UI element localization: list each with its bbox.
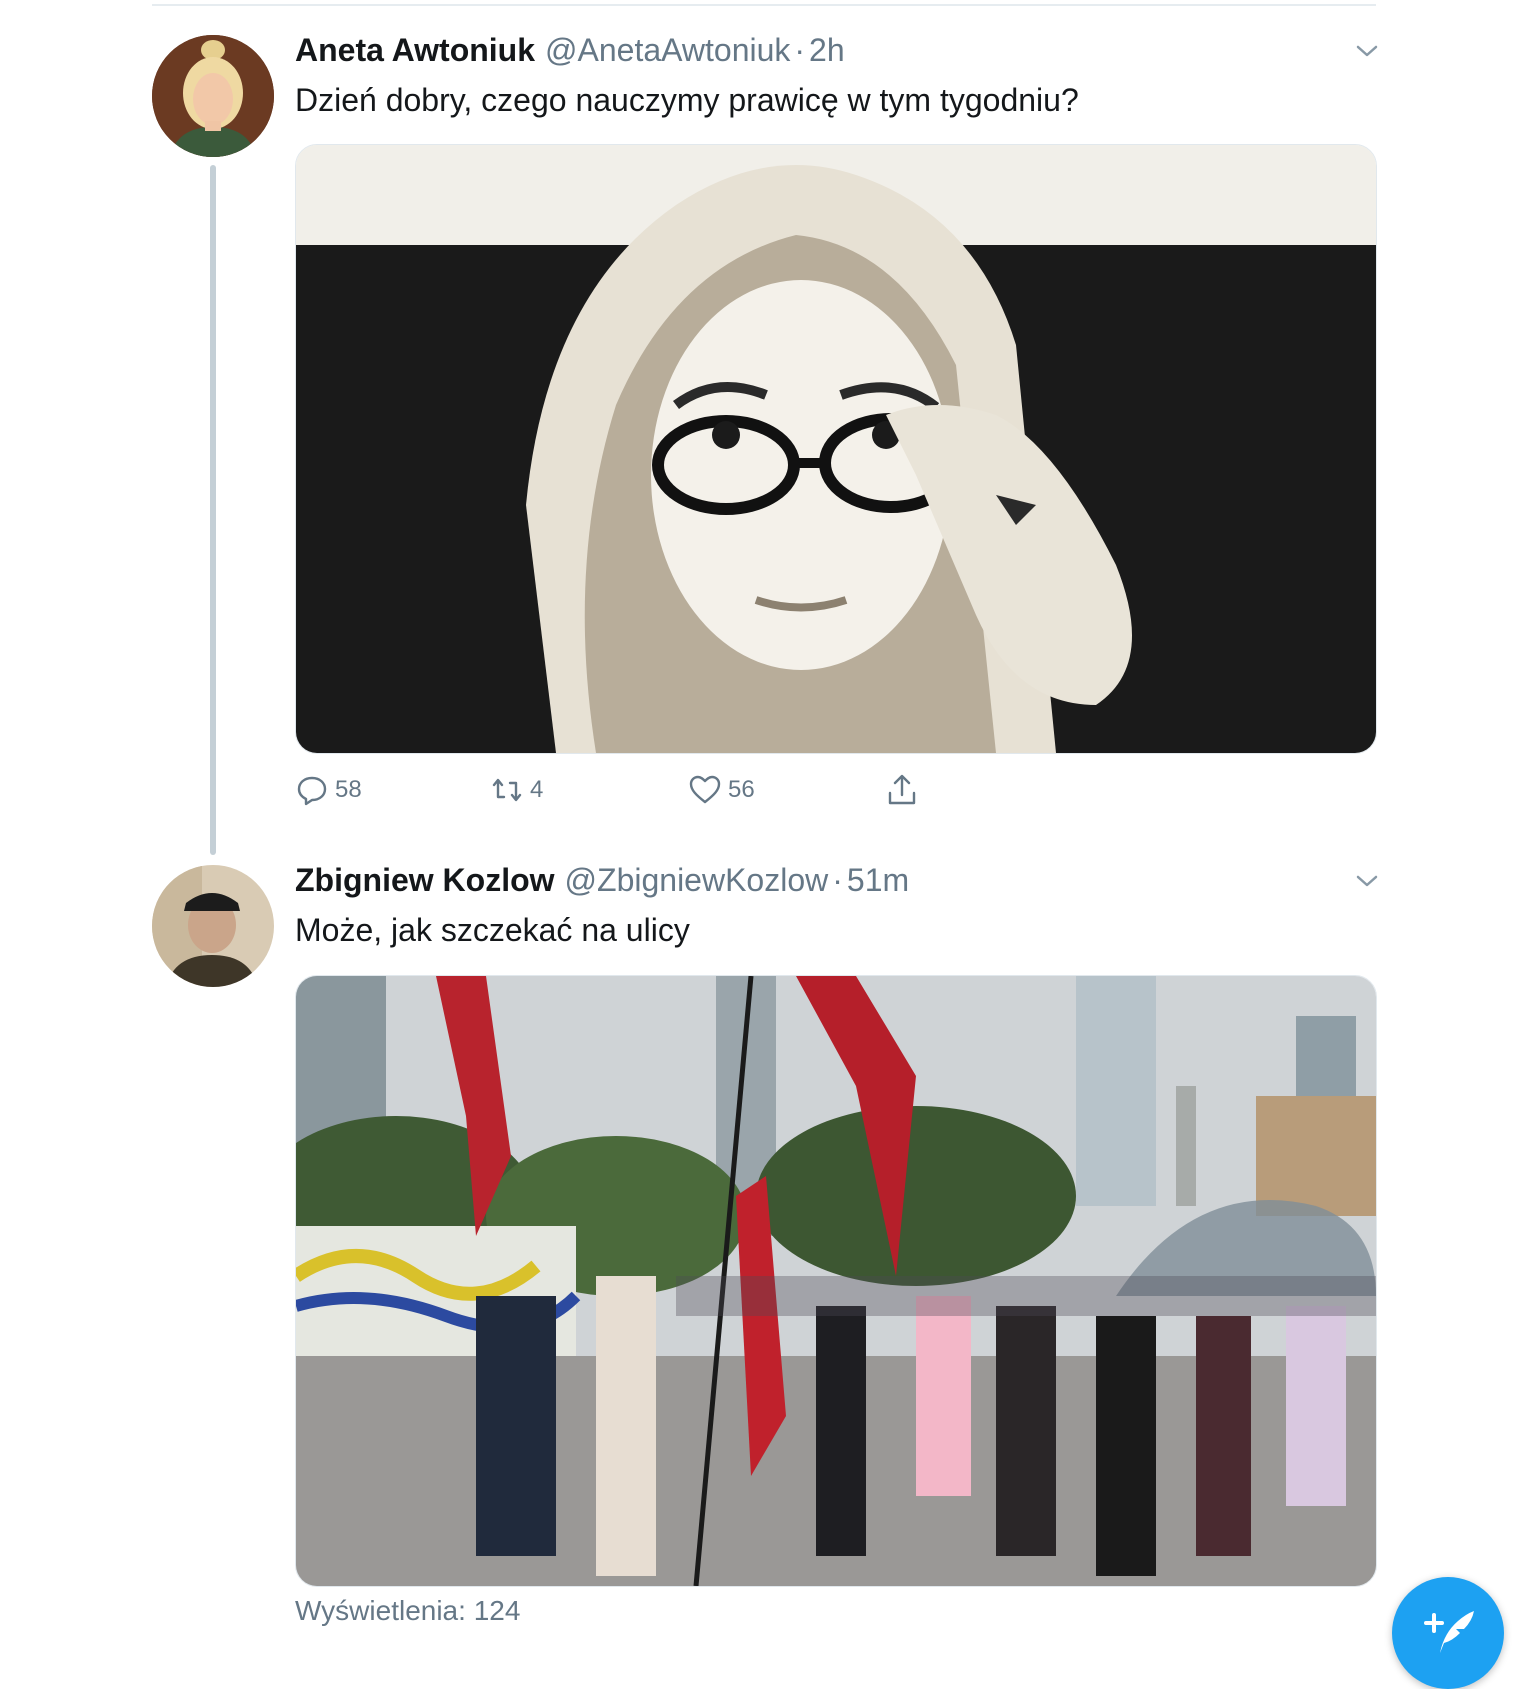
reply-icon (297, 776, 327, 806)
avatar-aneta[interactable] (152, 35, 274, 157)
chevron-down-icon[interactable] (1352, 866, 1382, 896)
compose-tweet-icon (1424, 1611, 1474, 1653)
like-icon (689, 775, 721, 804)
separator-dot: · (832, 862, 843, 898)
reply-button[interactable]: 58 (295, 768, 362, 812)
tweet-time[interactable]: 2h (809, 32, 845, 68)
tweet-time[interactable]: 51m (847, 862, 909, 898)
author-name[interactable]: Aneta Awtoniuk (295, 32, 535, 68)
tweet-image[interactable] (295, 144, 1377, 754)
tweet-actions: 58 4 56 (295, 768, 995, 812)
like-button[interactable]: 56 (688, 768, 755, 812)
retweet-button[interactable]: 4 (490, 768, 543, 812)
retweet-count: 4 (530, 776, 544, 803)
top-divider (152, 4, 1376, 6)
author-handle[interactable]: @AnetaAwtoniuk (545, 32, 790, 68)
chevron-down-icon[interactable] (1352, 36, 1382, 66)
view-count: Wyświetlenia: 124 (295, 1595, 521, 1626)
tweet-video[interactable] (295, 975, 1377, 1587)
avatar-zbigniew[interactable] (152, 865, 274, 987)
retweet-icon (492, 778, 522, 802)
author-handle[interactable]: @ZbigniewKozlow (565, 862, 829, 898)
separator-dot: · (794, 32, 806, 68)
compose-tweet-button[interactable] (1392, 1577, 1504, 1689)
share-button[interactable] (885, 768, 925, 812)
tweet-header: Zbigniew Kozlow @ZbigniewKozlow · 51m (295, 860, 909, 900)
share-icon (888, 774, 916, 805)
tweet-header: Aneta Awtoniuk @AnetaAwtoniuk · 2h (295, 30, 845, 70)
thread-line (210, 165, 216, 855)
like-count: 56 (728, 776, 755, 803)
reply-count: 58 (335, 776, 362, 803)
author-name[interactable]: Zbigniew Kozlow (295, 862, 555, 898)
tweet-text: Dzień dobry, czego nauczymy prawicę w ty… (295, 82, 1079, 118)
tweet-text: Może, jak szczekać na ulicy (295, 912, 690, 948)
